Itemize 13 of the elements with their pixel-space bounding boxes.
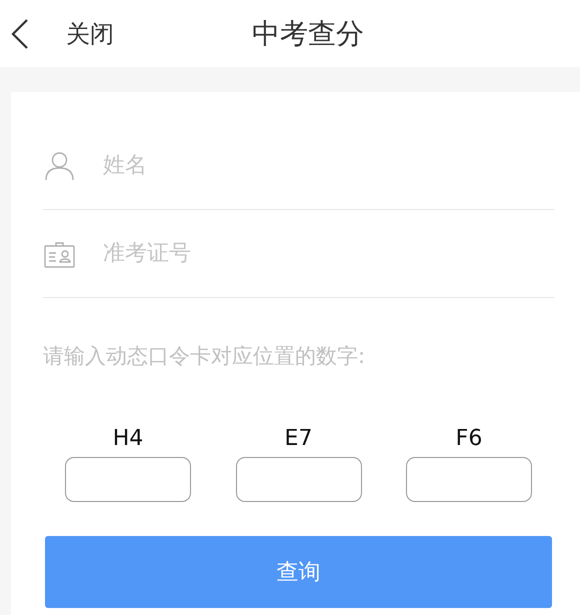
input-field[interactable]: 准考证号 xyxy=(101,240,485,267)
code-label: H4 xyxy=(112,426,144,451)
code-label: F6 xyxy=(456,426,482,451)
person-icon xyxy=(44,150,75,180)
instruction-text: 请输入动态口令卡对应位置的数字: xyxy=(43,343,366,370)
code-input[interactable] xyxy=(236,457,362,502)
back-icon xyxy=(10,18,30,50)
page-title: 中考查分 xyxy=(252,16,364,50)
code-label: E7 xyxy=(284,426,312,451)
input-field[interactable]: 姓名 xyxy=(101,152,485,179)
code-input[interactable] xyxy=(65,457,191,502)
code-input[interactable] xyxy=(406,457,532,502)
close-button[interactable]: 关闭 xyxy=(0,18,120,50)
